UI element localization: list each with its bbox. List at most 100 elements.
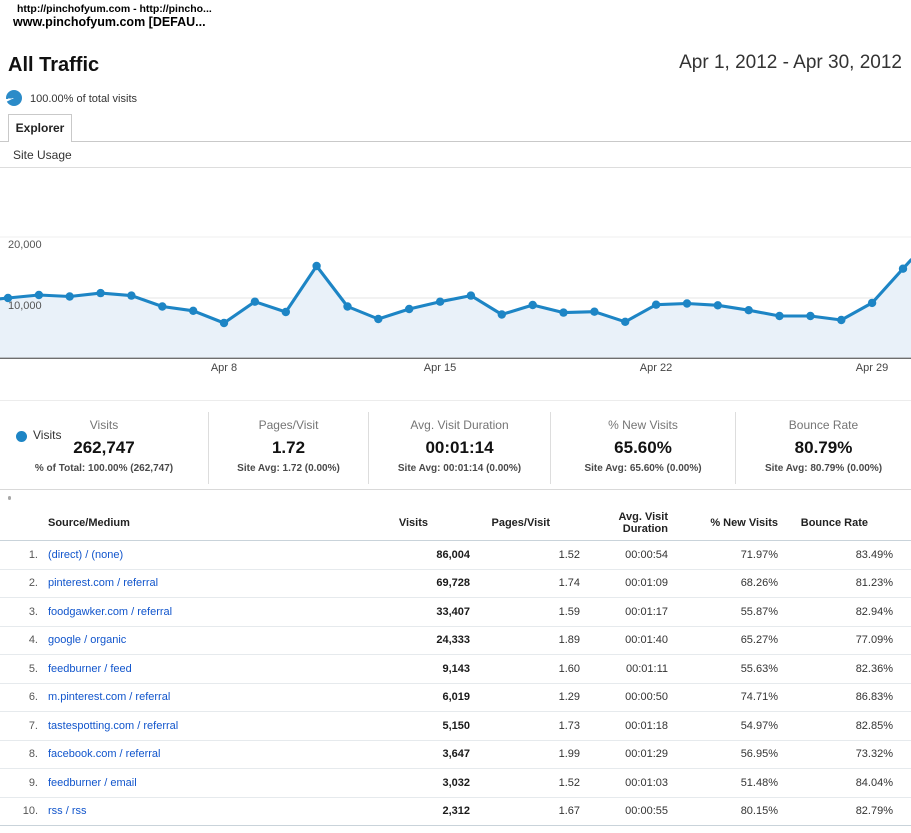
data-point-day-13[interactable] [374,315,382,323]
data-point-day-26[interactable] [775,312,783,320]
data-point-day-9[interactable] [251,298,259,306]
data-point-day-22[interactable] [652,301,660,309]
visits-share-pie-icon [6,90,22,106]
visits-cell: 86,004 [300,541,470,570]
tab-explorer[interactable]: Explorer [8,114,72,142]
data-point-day-4[interactable] [96,289,104,297]
column-header-new-visits[interactable]: % New Visits [668,505,778,541]
data-point-day-15[interactable] [436,298,444,306]
data-point-day-12[interactable] [343,302,351,310]
column-header-avg-visit-duration[interactable]: Avg. Visit Duration [580,505,668,541]
visits-cell: 9,143 [300,655,470,684]
source-link[interactable]: pinterest.com / referral [48,577,158,589]
data-point-day-2[interactable] [35,291,43,299]
pages-visit-cell: 1.67 [470,797,580,826]
table-header-row: Source/Medium Visits Pages/Visit Avg. Vi… [0,505,911,541]
pages-visit-cell: 1.52 [470,541,580,570]
metric-subtext: Site Avg: 00:01:14 (0.00%) [369,463,550,474]
data-point-day-14[interactable] [405,305,413,313]
source-link[interactable]: rss / rss [48,805,87,817]
column-header-pages-visit[interactable]: Pages/Visit [470,505,580,541]
row-rank: 2. [0,569,38,598]
bounce-rate-cell: 73.32% [778,740,911,769]
data-point-day-21[interactable] [621,318,629,326]
date-range-selector[interactable]: Apr 1, 2012 - Apr 30, 2012 [679,52,902,74]
table-row: 6.m.pinterest.com / referral6,0191.2900:… [0,683,911,712]
source-link[interactable]: (direct) / (none) [48,549,123,561]
data-point-day-16[interactable] [467,291,475,299]
source-link[interactable]: feedburner / feed [48,663,132,675]
row-rank: 8. [0,740,38,769]
data-point-day-24[interactable] [714,301,722,309]
avg-duration-cell: 00:01:11 [580,655,668,684]
visits-area-fill [0,260,911,359]
subtab-site-usage[interactable]: Site Usage [13,148,72,162]
visits-cell: 2,312 [300,797,470,826]
data-point-day-25[interactable] [745,306,753,314]
data-point-day-7[interactable] [189,307,197,315]
sources-table: Source/Medium Visits Pages/Visit Avg. Vi… [0,505,911,826]
bounce-rate-cell: 82.85% [778,712,911,741]
column-header-visits[interactable]: Visits [300,505,470,541]
data-point-day-3[interactable] [66,292,74,300]
source-link[interactable]: m.pinterest.com / referral [48,691,170,703]
data-point-day-5[interactable] [127,291,135,299]
new-visits-cell: 56.95% [668,740,778,769]
visits-cell: 3,032 [300,769,470,798]
stray-mark [8,496,11,500]
metric-value: 65.60% [551,438,735,458]
avg-duration-cell: 00:01:29 [580,740,668,769]
visits-cell: 69,728 [300,569,470,598]
source-link[interactable]: foodgawker.com / referral [48,606,172,618]
data-point-day-17[interactable] [498,310,506,318]
metric-scorecards: Visits 262,747 % of Total: 100.00% (262,… [0,412,911,484]
data-point-day-23[interactable] [683,299,691,307]
column-header-source-medium[interactable]: Source/Medium [38,505,300,541]
pages-visit-cell: 1.74 [470,569,580,598]
x-axis-tick-apr-15: Apr 15 [408,362,472,374]
visits-cell: 3,647 [300,740,470,769]
data-point-day-19[interactable] [559,308,567,316]
row-rank: 3. [0,598,38,627]
data-point-day-29[interactable] [868,299,876,307]
new-visits-cell: 55.63% [668,655,778,684]
data-point-day-10[interactable] [282,308,290,316]
source-link[interactable]: facebook.com / referral [48,748,161,760]
table-row: 8.facebook.com / referral3,6471.9900:01:… [0,740,911,769]
metric-label: Visits [0,418,208,432]
data-point-day-27[interactable] [806,312,814,320]
data-point-day-18[interactable] [529,301,537,309]
source-link[interactable]: tastespotting.com / referral [48,720,178,732]
pages-visit-cell: 1.29 [470,683,580,712]
data-point-day-6[interactable] [158,302,166,310]
column-header-bounce-rate[interactable]: Bounce Rate [778,505,911,541]
visits-cell: 24,333 [300,626,470,655]
tab-bar-divider [0,141,911,142]
avg-duration-cell: 00:01:03 [580,769,668,798]
data-point-day-20[interactable] [590,308,598,316]
bounce-rate-cell: 77.09% [778,626,911,655]
source-medium-cell: feedburner / email [38,769,300,798]
new-visits-cell: 54.97% [668,712,778,741]
avg-duration-cell: 00:01:18 [580,712,668,741]
visits-line-chart[interactable] [0,230,911,360]
metric-value: 262,747 [0,438,208,458]
source-link[interactable]: feedburner / email [48,777,137,789]
source-link[interactable]: google / organic [48,634,126,646]
section-divider [0,400,911,401]
data-point-day-11[interactable] [312,262,320,270]
metric-bounce-rate: Bounce Rate 80.79% Site Avg: 80.79% (0.0… [735,412,911,484]
bounce-rate-cell: 82.36% [778,655,911,684]
avg-duration-cell: 00:01:09 [580,569,668,598]
source-medium-cell: rss / rss [38,797,300,826]
metric-label: Pages/Visit [209,418,368,432]
new-visits-cell: 51.48% [668,769,778,798]
data-point-day-8[interactable] [220,319,228,327]
table-row: 10.rss / rss2,3121.6700:00:5580.15%82.79… [0,797,911,826]
row-rank: 9. [0,769,38,798]
visits-cell: 33,407 [300,598,470,627]
data-point-day-28[interactable] [837,316,845,324]
source-medium-cell: facebook.com / referral [38,740,300,769]
data-point-day-30[interactable] [899,265,907,273]
y-axis-label-10000: 10,000 [8,300,42,312]
